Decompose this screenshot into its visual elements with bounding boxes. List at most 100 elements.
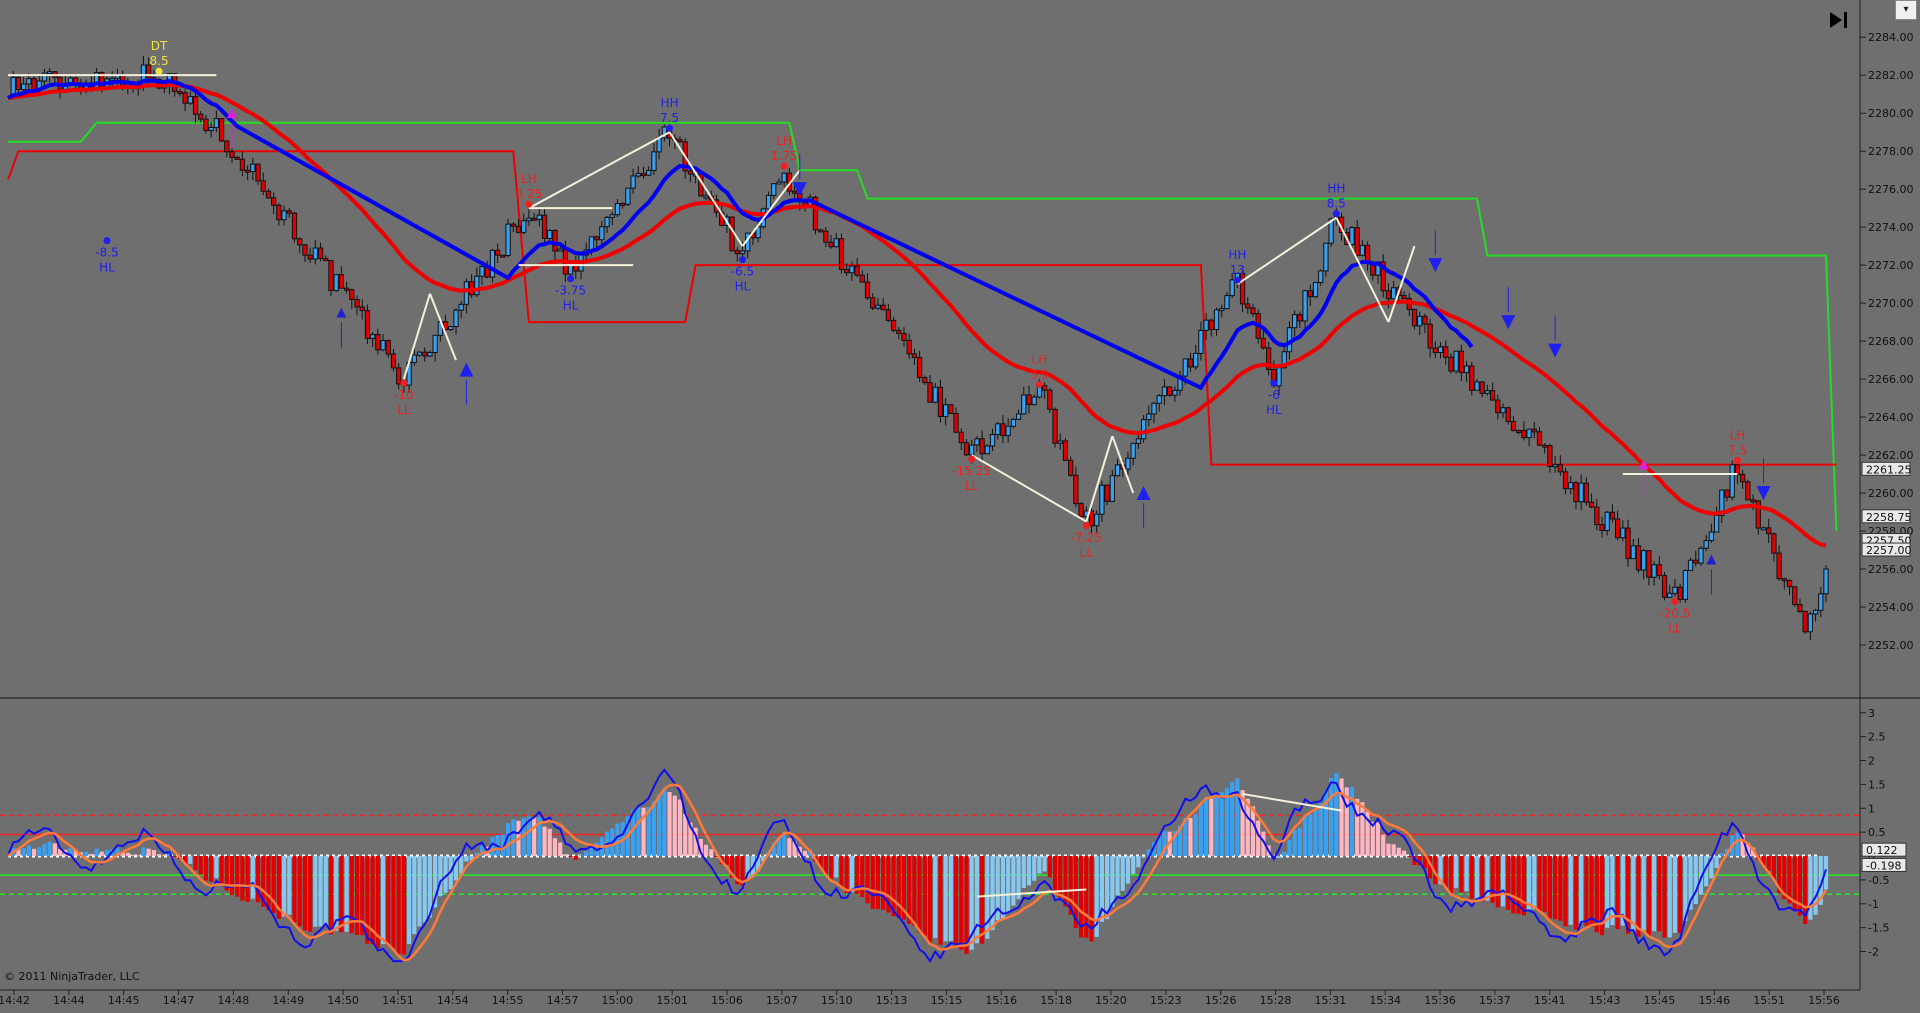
candle-up (588, 236, 595, 251)
histogram-bar-positive (146, 848, 151, 857)
candle-down (640, 173, 647, 177)
candle-up (1130, 442, 1136, 459)
candle-down (354, 298, 360, 308)
candle-up (213, 118, 220, 128)
histogram-bar-positive (657, 794, 662, 857)
candle-down (1297, 314, 1303, 322)
histogram-bar-positive (1735, 832, 1740, 857)
candle-up (1359, 244, 1366, 256)
histogram-bar-positive (1224, 788, 1230, 857)
candle-down (1661, 575, 1668, 598)
histogram-bar-negative (896, 856, 901, 918)
histogram-bar-negative (1120, 856, 1125, 891)
candle-up (875, 304, 881, 309)
candle-down (317, 247, 324, 259)
histogram-bar-negative (401, 856, 406, 955)
candle-down (239, 158, 246, 171)
candle-down (1104, 484, 1110, 502)
histogram-bar-negative (1469, 856, 1474, 899)
candle-down (385, 340, 391, 355)
histogram-bar-negative (933, 856, 938, 938)
candle-up (567, 265, 574, 275)
candle-up (651, 151, 657, 171)
time-tick-label: 14:55 (492, 994, 524, 1007)
histogram-bar-positive (802, 850, 808, 857)
histogram-bar-negative (1589, 856, 1594, 927)
histogram-bar-positive (1313, 808, 1318, 857)
price-tick-label: 2284.00 (1868, 31, 1914, 44)
candle-down (953, 412, 959, 433)
swing-point-marker (103, 237, 111, 245)
histogram-bar-positive (1386, 843, 1391, 857)
candle-down (1068, 459, 1074, 476)
candle-up (479, 266, 485, 277)
chart-window: { "copyright": "© 2011 NinjaTrader, LLC"… (0, 0, 1920, 1009)
histogram-bar-negative (391, 856, 396, 949)
candle-up (604, 216, 610, 228)
candle-up (1140, 419, 1147, 440)
swing-annotation-label: HL (563, 299, 579, 313)
price-tick-label: 2272.00 (1868, 259, 1914, 272)
histogram-bar-negative (927, 856, 933, 943)
panel-dropdown-button[interactable]: ▾ (1895, 0, 1917, 20)
swing-point-marker (400, 379, 408, 387)
candle-up (1682, 570, 1688, 600)
histogram-bar-negative (1021, 856, 1026, 889)
histogram-bar-negative (881, 856, 886, 910)
candle-up (333, 274, 339, 292)
price-tick-label: 2274.00 (1868, 221, 1914, 234)
candle-down (1547, 445, 1553, 468)
candle-down (255, 163, 261, 182)
candle-down (1609, 511, 1616, 520)
time-tick-label: 15:06 (711, 994, 743, 1007)
histogram-bar-negative (1532, 856, 1537, 910)
histogram-bar-negative (313, 856, 318, 927)
candle-down (302, 244, 308, 256)
histogram-bar-positive (703, 844, 709, 857)
histogram-bar-negative (292, 856, 297, 923)
histogram-bar-negative (219, 856, 224, 885)
histogram-bar-negative (302, 856, 308, 931)
swing-annotation-label: -10 (394, 388, 414, 402)
histogram-bar-negative (1052, 856, 1058, 893)
candle-down (297, 238, 303, 246)
time-tick-label: 14:47 (163, 994, 195, 1007)
histogram-bar-negative (849, 856, 854, 893)
histogram-bar-negative (198, 856, 203, 875)
histogram-bar-positive (1401, 850, 1407, 857)
candle-down (1239, 272, 1246, 305)
histogram-bar-negative (1000, 856, 1006, 919)
skip-to-end-button[interactable] (1824, 6, 1854, 34)
candle-up (1229, 279, 1235, 297)
histogram-bar-positive (636, 807, 641, 857)
candle-up (505, 223, 511, 256)
candle-up (1474, 381, 1480, 391)
candle-up (1484, 390, 1491, 394)
candle-down (594, 236, 600, 241)
candle-down (880, 304, 886, 311)
candle-down (1505, 407, 1511, 422)
candle-down (1693, 559, 1699, 564)
candle-down (1401, 295, 1407, 300)
candle-down (927, 382, 933, 403)
histogram-bar-negative (917, 856, 922, 933)
candle-down (1583, 482, 1590, 503)
candle-up (1349, 227, 1355, 245)
candle-down (791, 190, 798, 194)
candle-down (343, 287, 350, 291)
candle-up (109, 77, 115, 81)
histogram-bar-negative (412, 856, 417, 935)
price-panel-background (0, 0, 1860, 698)
candle-up (1552, 464, 1558, 468)
swing-annotation-label: -8.5 (95, 246, 118, 260)
candle-down (1307, 290, 1313, 298)
candle-down (234, 156, 240, 160)
candle-down (844, 268, 850, 274)
histogram-bar-positive (651, 801, 657, 857)
oscillator-tick-label: 3 (1868, 707, 1875, 720)
swing-point-marker (1270, 379, 1278, 387)
candle-up (1109, 475, 1115, 502)
candle-up (1818, 593, 1824, 611)
swing-annotation-label: LL (1080, 546, 1094, 560)
histogram-bar-negative (386, 856, 391, 946)
